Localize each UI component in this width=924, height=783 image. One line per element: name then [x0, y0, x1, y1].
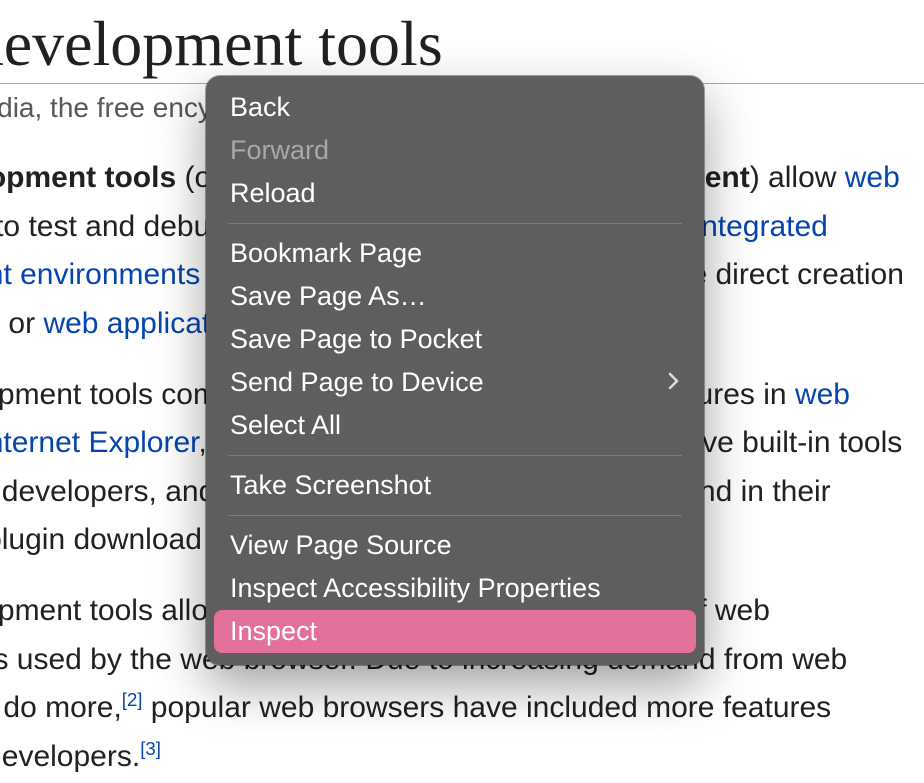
text: ) allow	[750, 161, 845, 194]
menu-item-save-to-pocket[interactable]: Save Page to Pocket	[214, 318, 696, 361]
link-internet-explorer[interactable]: Internet Explorer	[0, 426, 199, 459]
menu-item-send-to-device[interactable]: Send Page to Device	[214, 361, 696, 404]
menu-item-label: Reload	[230, 180, 316, 207]
menu-item-label: Take Screenshot	[230, 472, 431, 499]
menu-item-label: Send Page to Device	[230, 369, 484, 396]
menu-divider	[228, 223, 682, 224]
menu-item-select-all[interactable]: Select All	[214, 404, 696, 447]
menu-item-back[interactable]: Back	[214, 86, 696, 129]
menu-item-take-screenshot[interactable]: Take Screenshot	[214, 464, 696, 507]
reference-2[interactable]: [2]	[122, 689, 143, 710]
menu-item-label: Inspect Accessibility Properties	[230, 575, 601, 602]
menu-divider	[228, 515, 682, 516]
menu-item-label: Forward	[230, 137, 329, 164]
menu-item-label: Back	[230, 94, 290, 121]
menu-item-save-page-as[interactable]: Save Page As…	[214, 275, 696, 318]
menu-item-label: Inspect	[230, 618, 317, 645]
menu-item-view-page-source[interactable]: View Page Source	[214, 524, 696, 567]
page-title: Web development tools	[0, 10, 924, 84]
context-menu: Back Forward Reload Bookmark Page Save P…	[206, 76, 704, 665]
menu-item-inspect[interactable]: Inspect	[214, 610, 696, 653]
menu-divider	[228, 455, 682, 456]
menu-item-reload[interactable]: Reload	[214, 172, 696, 215]
reference-3[interactable]: [3]	[140, 738, 161, 759]
menu-item-label: View Page Source	[230, 532, 452, 559]
bold-term-devtools: Web development tools	[0, 161, 176, 194]
menu-item-inspect-accessibility[interactable]: Inspect Accessibility Properties	[214, 567, 696, 610]
chevron-right-icon	[668, 371, 680, 395]
menu-item-label: Save Page As…	[230, 283, 427, 310]
menu-item-label: Select All	[230, 412, 341, 439]
menu-item-forward: Forward	[214, 129, 696, 172]
viewport: Web development tools From Wikipedia, th…	[0, 0, 924, 783]
menu-item-label: Bookmark Page	[230, 240, 422, 267]
menu-item-label: Save Page to Pocket	[230, 326, 482, 353]
menu-item-bookmark-page[interactable]: Bookmark Page	[214, 232, 696, 275]
